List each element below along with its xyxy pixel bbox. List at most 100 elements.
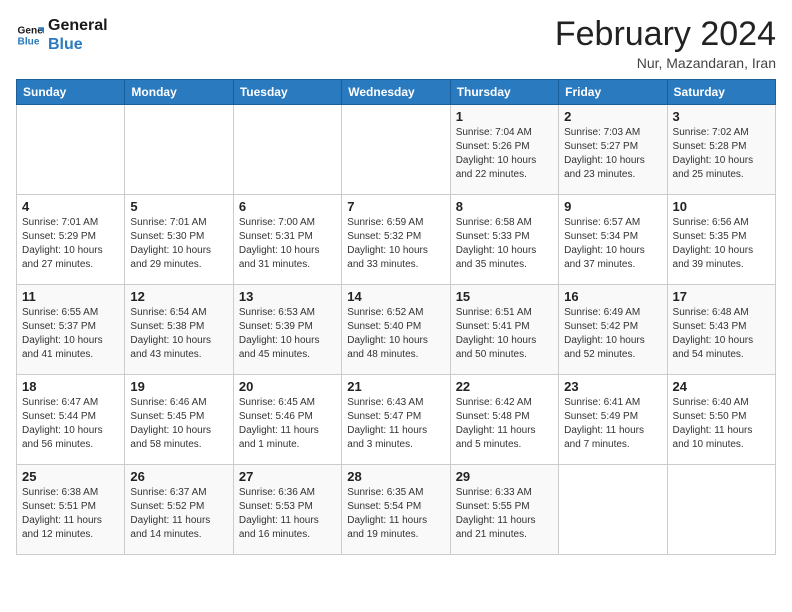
calendar-cell <box>667 465 775 555</box>
day-info-line: Sunset: 5:54 PM <box>347 500 444 514</box>
col-header-tuesday: Tuesday <box>233 80 341 105</box>
day-info-line: Daylight: 11 hours <box>239 514 336 528</box>
day-info-line: Daylight: 11 hours <box>347 514 444 528</box>
page-header: General Blue General Blue February 2024 … <box>16 16 776 71</box>
day-info-line: Sunset: 5:35 PM <box>673 230 770 244</box>
day-info-line: and 35 minutes. <box>456 258 553 272</box>
day-info-line: Sunset: 5:31 PM <box>239 230 336 244</box>
col-header-thursday: Thursday <box>450 80 558 105</box>
day-info-line: Daylight: 10 hours <box>22 334 119 348</box>
calendar-cell: 17Sunrise: 6:48 AMSunset: 5:43 PMDayligh… <box>667 285 775 375</box>
day-info-line: Sunset: 5:28 PM <box>673 140 770 154</box>
day-info-line: Daylight: 10 hours <box>347 244 444 258</box>
day-info-line: Sunrise: 6:48 AM <box>673 306 770 320</box>
day-number: 7 <box>347 199 444 214</box>
day-info-line: and 41 minutes. <box>22 348 119 362</box>
calendar-cell <box>125 105 233 195</box>
day-info-line: Sunset: 5:55 PM <box>456 500 553 514</box>
calendar-cell: 15Sunrise: 6:51 AMSunset: 5:41 PMDayligh… <box>450 285 558 375</box>
day-info-line: and 25 minutes. <box>673 168 770 182</box>
day-info-line: Daylight: 10 hours <box>22 244 119 258</box>
day-info-line: Daylight: 10 hours <box>564 154 661 168</box>
day-info-line: Sunrise: 7:03 AM <box>564 126 661 140</box>
day-info-line: Sunset: 5:50 PM <box>673 410 770 424</box>
day-number: 6 <box>239 199 336 214</box>
day-info-line: Daylight: 11 hours <box>456 514 553 528</box>
day-info-line: Daylight: 10 hours <box>239 334 336 348</box>
day-number: 28 <box>347 469 444 484</box>
day-info-line: Daylight: 10 hours <box>456 154 553 168</box>
logo-blue: Blue <box>48 35 108 54</box>
day-number: 22 <box>456 379 553 394</box>
day-info-line: and 33 minutes. <box>347 258 444 272</box>
day-info-line: and 14 minutes. <box>130 528 227 542</box>
day-info-line: and 58 minutes. <box>130 438 227 452</box>
day-info-line: Sunrise: 6:58 AM <box>456 216 553 230</box>
day-info-line: Sunrise: 6:52 AM <box>347 306 444 320</box>
day-info-line: Sunset: 5:27 PM <box>564 140 661 154</box>
day-info-line: Sunrise: 7:02 AM <box>673 126 770 140</box>
day-info-line: and 19 minutes. <box>347 528 444 542</box>
calendar-cell: 8Sunrise: 6:58 AMSunset: 5:33 PMDaylight… <box>450 195 558 285</box>
day-info-line: Sunset: 5:39 PM <box>239 320 336 334</box>
month-title: February 2024 <box>555 16 776 53</box>
day-info-line: Sunrise: 6:54 AM <box>130 306 227 320</box>
day-info-line: Sunrise: 6:55 AM <box>22 306 119 320</box>
day-info-line: Daylight: 10 hours <box>673 244 770 258</box>
day-number: 21 <box>347 379 444 394</box>
day-info-line: and 27 minutes. <box>22 258 119 272</box>
day-info-line: Sunrise: 6:51 AM <box>456 306 553 320</box>
calendar-cell: 21Sunrise: 6:43 AMSunset: 5:47 PMDayligh… <box>342 375 450 465</box>
day-info-line: Sunset: 5:45 PM <box>130 410 227 424</box>
calendar-cell: 19Sunrise: 6:46 AMSunset: 5:45 PMDayligh… <box>125 375 233 465</box>
day-info-line: Sunset: 5:42 PM <box>564 320 661 334</box>
logo-icon: General Blue <box>16 21 44 49</box>
day-info-line: Sunset: 5:34 PM <box>564 230 661 244</box>
day-info-line: Sunrise: 7:01 AM <box>130 216 227 230</box>
day-number: 10 <box>673 199 770 214</box>
calendar-cell <box>233 105 341 195</box>
day-info-line: Sunrise: 6:45 AM <box>239 396 336 410</box>
calendar-table: SundayMondayTuesdayWednesdayThursdayFrid… <box>16 79 776 555</box>
day-info-line: Sunrise: 6:46 AM <box>130 396 227 410</box>
day-info-line: Sunrise: 6:41 AM <box>564 396 661 410</box>
day-number: 29 <box>456 469 553 484</box>
calendar-cell: 27Sunrise: 6:36 AMSunset: 5:53 PMDayligh… <box>233 465 341 555</box>
day-number: 1 <box>456 109 553 124</box>
day-info-line: Daylight: 10 hours <box>130 424 227 438</box>
calendar-cell: 29Sunrise: 6:33 AMSunset: 5:55 PMDayligh… <box>450 465 558 555</box>
day-info-line: Sunrise: 6:47 AM <box>22 396 119 410</box>
day-info-line: and 3 minutes. <box>347 438 444 452</box>
day-info-line: Sunrise: 6:38 AM <box>22 486 119 500</box>
calendar-cell: 18Sunrise: 6:47 AMSunset: 5:44 PMDayligh… <box>17 375 125 465</box>
logo: General Blue General Blue <box>16 16 108 54</box>
day-info-line: Sunrise: 7:00 AM <box>239 216 336 230</box>
calendar-cell: 12Sunrise: 6:54 AMSunset: 5:38 PMDayligh… <box>125 285 233 375</box>
calendar-cell: 7Sunrise: 6:59 AMSunset: 5:32 PMDaylight… <box>342 195 450 285</box>
day-info-line: Sunrise: 6:36 AM <box>239 486 336 500</box>
day-info-line: Daylight: 11 hours <box>564 424 661 438</box>
calendar-cell: 20Sunrise: 6:45 AMSunset: 5:46 PMDayligh… <box>233 375 341 465</box>
day-info-line: Daylight: 10 hours <box>673 334 770 348</box>
day-info-line: Sunrise: 7:04 AM <box>456 126 553 140</box>
day-info-line: and 21 minutes. <box>456 528 553 542</box>
day-info-line: Sunset: 5:46 PM <box>239 410 336 424</box>
title-block: February 2024 Nur, Mazandaran, Iran <box>555 16 776 71</box>
day-info-line: Sunset: 5:29 PM <box>22 230 119 244</box>
day-info-line: Daylight: 10 hours <box>130 244 227 258</box>
calendar-cell: 23Sunrise: 6:41 AMSunset: 5:49 PMDayligh… <box>559 375 667 465</box>
day-info-line: Sunrise: 6:37 AM <box>130 486 227 500</box>
day-number: 11 <box>22 289 119 304</box>
day-info-line: Sunrise: 6:53 AM <box>239 306 336 320</box>
day-number: 26 <box>130 469 227 484</box>
col-header-sunday: Sunday <box>17 80 125 105</box>
day-number: 20 <box>239 379 336 394</box>
day-info-line: Daylight: 11 hours <box>456 424 553 438</box>
calendar-cell: 16Sunrise: 6:49 AMSunset: 5:42 PMDayligh… <box>559 285 667 375</box>
col-header-friday: Friday <box>559 80 667 105</box>
day-info-line: Daylight: 10 hours <box>456 244 553 258</box>
day-info-line: Sunset: 5:44 PM <box>22 410 119 424</box>
day-info-line: Sunrise: 6:42 AM <box>456 396 553 410</box>
calendar-header-row: SundayMondayTuesdayWednesdayThursdayFrid… <box>17 80 776 105</box>
calendar-cell: 11Sunrise: 6:55 AMSunset: 5:37 PMDayligh… <box>17 285 125 375</box>
